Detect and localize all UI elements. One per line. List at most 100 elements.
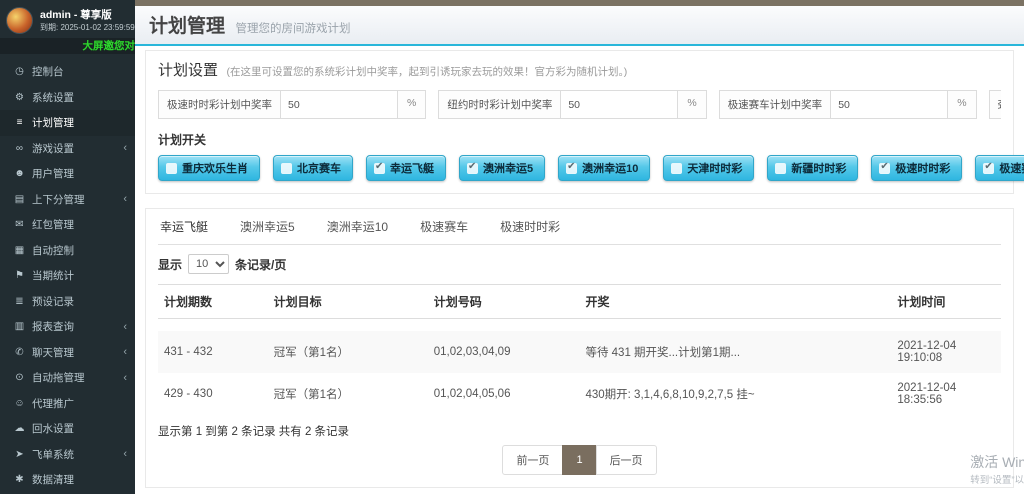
sidebar-item-auto-shill[interactable]: ⊙ 自动拖管理 ‹ <box>0 365 135 391</box>
agent-icon: ☺ <box>12 398 27 409</box>
table-row: 429 - 430 冠军（第1名） 01,02,04,05,06 430期开: … <box>158 373 1001 415</box>
sidebar-item-game-settings[interactable]: ∞ 游戏设置 ‹ <box>0 136 135 162</box>
col-plan-target[interactable]: 计划目标 <box>268 285 428 319</box>
percent-unit: % <box>678 90 706 119</box>
exchange-icon: ▤ <box>12 194 27 205</box>
sidebar-item-current-stats[interactable]: ⚑ 当期统计 <box>0 263 135 289</box>
tab-jisu-ssc[interactable]: 极速时时彩 <box>498 209 562 244</box>
sidebar-item-flying-order[interactable]: ➤ 飞单系统 ‹ <box>0 442 135 468</box>
col-plan-period[interactable]: 计划期数 <box>158 285 268 319</box>
sidebar-item-preset-records[interactable]: ≣ 预设记录 <box>0 289 135 315</box>
rate-label: 纽约时时彩计划中奖率 <box>438 90 560 119</box>
switch-tianjin-ssc[interactable]: 天津时时彩 <box>663 155 754 181</box>
tab-lucky-airship[interactable]: 幸运飞艇 <box>158 209 210 244</box>
chevron-left-icon: ‹ <box>123 142 127 154</box>
list-icon: ≡ <box>12 117 27 128</box>
user-name: admin - 尊享版 <box>40 9 135 22</box>
comment-icon: ⊙ <box>12 372 27 383</box>
checkbox-icon <box>775 163 786 174</box>
red-packet-icon: ✉ <box>12 219 27 230</box>
chat-icon: ✆ <box>12 347 27 358</box>
sidebar-item-red-packet[interactable]: ✉ 红包管理 <box>0 212 135 238</box>
rate-label: 极速赛车计划中奖率 <box>719 90 831 119</box>
rate-input[interactable] <box>280 90 398 119</box>
cell-period: 429 - 430 <box>158 373 268 415</box>
prev-page-button[interactable]: 前一页 <box>502 445 563 475</box>
next-page-button[interactable]: 后一页 <box>596 445 657 475</box>
percent-unit: % <box>948 90 976 119</box>
tab-aus-lucky10[interactable]: 澳洲幸运10 <box>325 209 390 244</box>
user-panel: admin - 尊享版 到期: 2025-01-02 23:59:59 <box>0 0 135 38</box>
sidebar: admin - 尊享版 到期: 2025-01-02 23:59:59 大屏邀您… <box>0 0 135 494</box>
sidebar-item-data-cleanup[interactable]: ✱ 数据清理 <box>0 467 135 493</box>
cell-numbers: 01,02,04,05,06 <box>428 373 580 415</box>
sidebar-item-rebate-settings[interactable]: ☁ 回水设置 <box>0 416 135 442</box>
sidebar-item-report-query[interactable]: ▥ 报表查询 ‹ <box>0 314 135 340</box>
pagesize-prefix: 显示 <box>158 256 182 273</box>
marquee-notice: 大屏邀您对 <box>0 38 135 54</box>
table-header-row: 计划期数 计划目标 计划号码 开奖 计划时间 <box>158 285 1001 319</box>
pagesize-select[interactable]: 10 <box>188 254 229 274</box>
sidebar-item-system-settings[interactable]: ⚙ 系统设置 <box>0 85 135 111</box>
rate-group-jisu-ssc: 极速时时彩计划中奖率 % <box>158 90 426 119</box>
page-title: 计划管理 <box>149 16 225 37</box>
checkbox-icon <box>166 163 177 174</box>
plan-settings-panel: 计划设置 (在这里可设置您的系统彩计划中奖率，起到引诱玩家去玩的效果！官方彩为随… <box>145 50 1014 194</box>
gamepad-icon: ∞ <box>12 143 27 154</box>
sidebar-item-points-management[interactable]: ▤ 上下分管理 ‹ <box>0 187 135 213</box>
cell-period: 431 - 432 <box>158 331 268 373</box>
rate-inputs-row: 极速时时彩计划中奖率 % 纽约时时彩计划中奖率 % 极速赛车计划中奖率 % 劲速… <box>158 90 1001 119</box>
switch-jisu-ssc[interactable]: 极速时时彩 <box>871 155 962 181</box>
rate-input[interactable] <box>830 90 948 119</box>
tab-jisu-racing[interactable]: 极速赛车 <box>418 209 470 244</box>
cell-result: 等待 431 期开奖...计划第1期... <box>579 331 891 373</box>
rate-label: 极速时时彩计划中奖率 <box>158 90 280 119</box>
content-header: 计划管理 管理您的房间游戏计划 <box>135 6 1024 46</box>
switch-aus-lucky5[interactable]: 澳洲幸运5 <box>459 155 545 181</box>
plan-settings-title: 计划设置 <box>158 62 218 79</box>
rate-group-jisu-racing: 极速赛车计划中奖率 % <box>719 90 977 119</box>
chevron-left-icon: ‹ <box>123 321 127 333</box>
sidebar-item-user-management[interactable]: ☻ 用户管理 <box>0 161 135 187</box>
page-1-button[interactable]: 1 <box>562 445 596 475</box>
switch-beijing-racing[interactable]: 北京赛车 <box>273 155 353 181</box>
page-subtitle: 管理您的房间游戏计划 <box>235 23 350 35</box>
percent-unit: % <box>398 90 426 119</box>
checkbox-icon <box>374 163 385 174</box>
users-icon: ☻ <box>12 168 27 179</box>
sidebar-item-plan-management[interactable]: ≡ 计划管理 <box>0 110 135 136</box>
checkbox-icon <box>566 163 577 174</box>
pagination: 前一页 1 后一页 <box>158 445 1001 475</box>
col-plan-time[interactable]: 计划时间 <box>891 285 1001 319</box>
plan-switch-label: 计划开关 <box>158 131 1001 148</box>
sidebar-item-chat-management[interactable]: ✆ 聊天管理 ‹ <box>0 340 135 366</box>
sidebar-item-agent-promotion[interactable]: ☺ 代理推广 <box>0 391 135 417</box>
sidebar-item-auto-control[interactable]: ▦ 自动控制 <box>0 238 135 264</box>
tab-aus-lucky5[interactable]: 澳洲幸运5 <box>238 209 297 244</box>
switch-xinjiang-ssc[interactable]: 新疆时时彩 <box>767 155 858 181</box>
sidebar-item-dashboard[interactable]: ◷ 控制台 <box>0 59 135 85</box>
rate-input[interactable] <box>560 90 678 119</box>
rate-label: 劲速摩托计划中奖率 <box>989 90 1001 119</box>
game-tabs: 幸运飞艇 澳洲幸运5 澳洲幸运10 极速赛车 极速时时彩 <box>158 209 1001 245</box>
col-plan-numbers[interactable]: 计划号码 <box>428 285 580 319</box>
switch-chongqing-shengxiao[interactable]: 重庆欢乐生肖 <box>158 155 260 181</box>
send-icon: ➤ <box>12 449 27 460</box>
switch-lucky-airship[interactable]: 幸运飞艇 <box>366 155 446 181</box>
col-draw-result[interactable]: 开奖 <box>579 285 891 319</box>
switch-aus-lucky10[interactable]: 澳洲幸运10 <box>558 155 650 181</box>
switch-jisu-racing[interactable]: 极速赛车 <box>975 155 1024 181</box>
table-row: 431 - 432 冠军（第1名） 01,02,03,04,09 等待 431 … <box>158 331 1001 373</box>
table-summary: 显示第 1 到第 2 条记录 共有 2 条记录 <box>158 423 1001 439</box>
avatar <box>6 7 33 34</box>
cell-target: 冠军（第1名） <box>268 373 428 415</box>
main-content: 计划管理 管理您的房间游戏计划 计划设置 (在这里可设置您的系统彩计划中奖率，起… <box>135 0 1024 494</box>
cell-numbers: 01,02,03,04,09 <box>428 331 580 373</box>
auto-control-icon: ▦ <box>12 245 27 256</box>
checkbox-icon <box>983 163 994 174</box>
rate-group-jinsu-moto: 劲速摩托计划中奖率 % <box>989 90 1001 119</box>
chevron-left-icon: ‹ <box>123 193 127 205</box>
sidebar-menu: ◷ 控制台 ⚙ 系统设置 ≡ 计划管理 ∞ 游戏设置 ‹ ☻ 用户管理 ▤ 上下… <box>0 59 135 493</box>
chevron-left-icon: ‹ <box>123 346 127 358</box>
cell-time: 2021-12-04 19:10:08 <box>891 331 1001 373</box>
